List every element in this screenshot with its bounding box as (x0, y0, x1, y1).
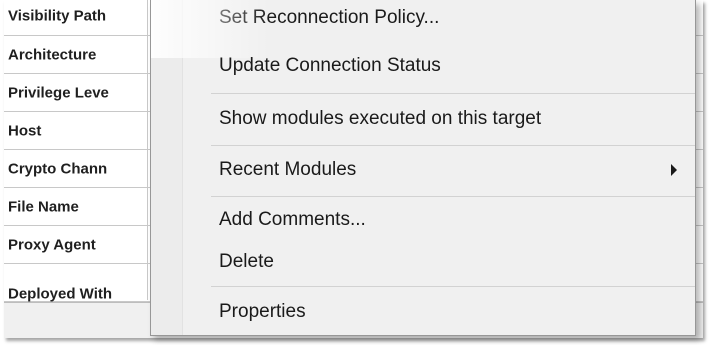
grid-row-label: Visibility Path (8, 7, 107, 24)
grid-column-divider[interactable] (147, 0, 148, 300)
menu-item-properties[interactable]: Properties (151, 290, 695, 334)
grid-row-label: Privilege Leve (8, 84, 109, 101)
menu-item-set-reconnection-policy[interactable]: Set Reconnection Policy... (151, 0, 695, 44)
menu-separator (211, 145, 695, 146)
menu-item-label: Show modules executed on this target (219, 108, 542, 129)
menu-item-recent-modules[interactable]: Recent Modules (151, 148, 695, 192)
grid-row-label: Proxy Agent (8, 236, 96, 253)
grid-row-label: Crypto Chann (8, 160, 108, 177)
menu-item-label: Delete (219, 251, 274, 272)
grid-row-label: File Name (8, 198, 79, 215)
context-menu: Set Reconnection Policy... Update Connec… (150, 0, 696, 336)
menu-item-show-modules-executed[interactable]: Show modules executed on this target (151, 97, 695, 141)
menu-item-update-connection-status[interactable]: Update Connection Status (151, 44, 695, 88)
menu-item-add-comments[interactable]: Add Comments... (151, 198, 695, 242)
menu-item-label: Set Reconnection Policy... (219, 7, 440, 28)
menu-item-label: Recent Modules (219, 159, 357, 180)
menu-item-label: Update Connection Status (219, 55, 441, 76)
grid-row-label: Deployed With (8, 285, 113, 303)
menu-separator (211, 286, 695, 287)
menu-separator (211, 196, 695, 197)
grid-row-label: Architecture (8, 46, 97, 63)
menu-separator (211, 93, 695, 94)
grid-row-label: Host (8, 122, 42, 139)
menu-item-delete[interactable]: Delete (151, 240, 695, 284)
menu-item-label: Properties (219, 301, 306, 322)
menu-item-label: Add Comments... (219, 209, 366, 230)
chevron-right-icon (671, 164, 677, 176)
